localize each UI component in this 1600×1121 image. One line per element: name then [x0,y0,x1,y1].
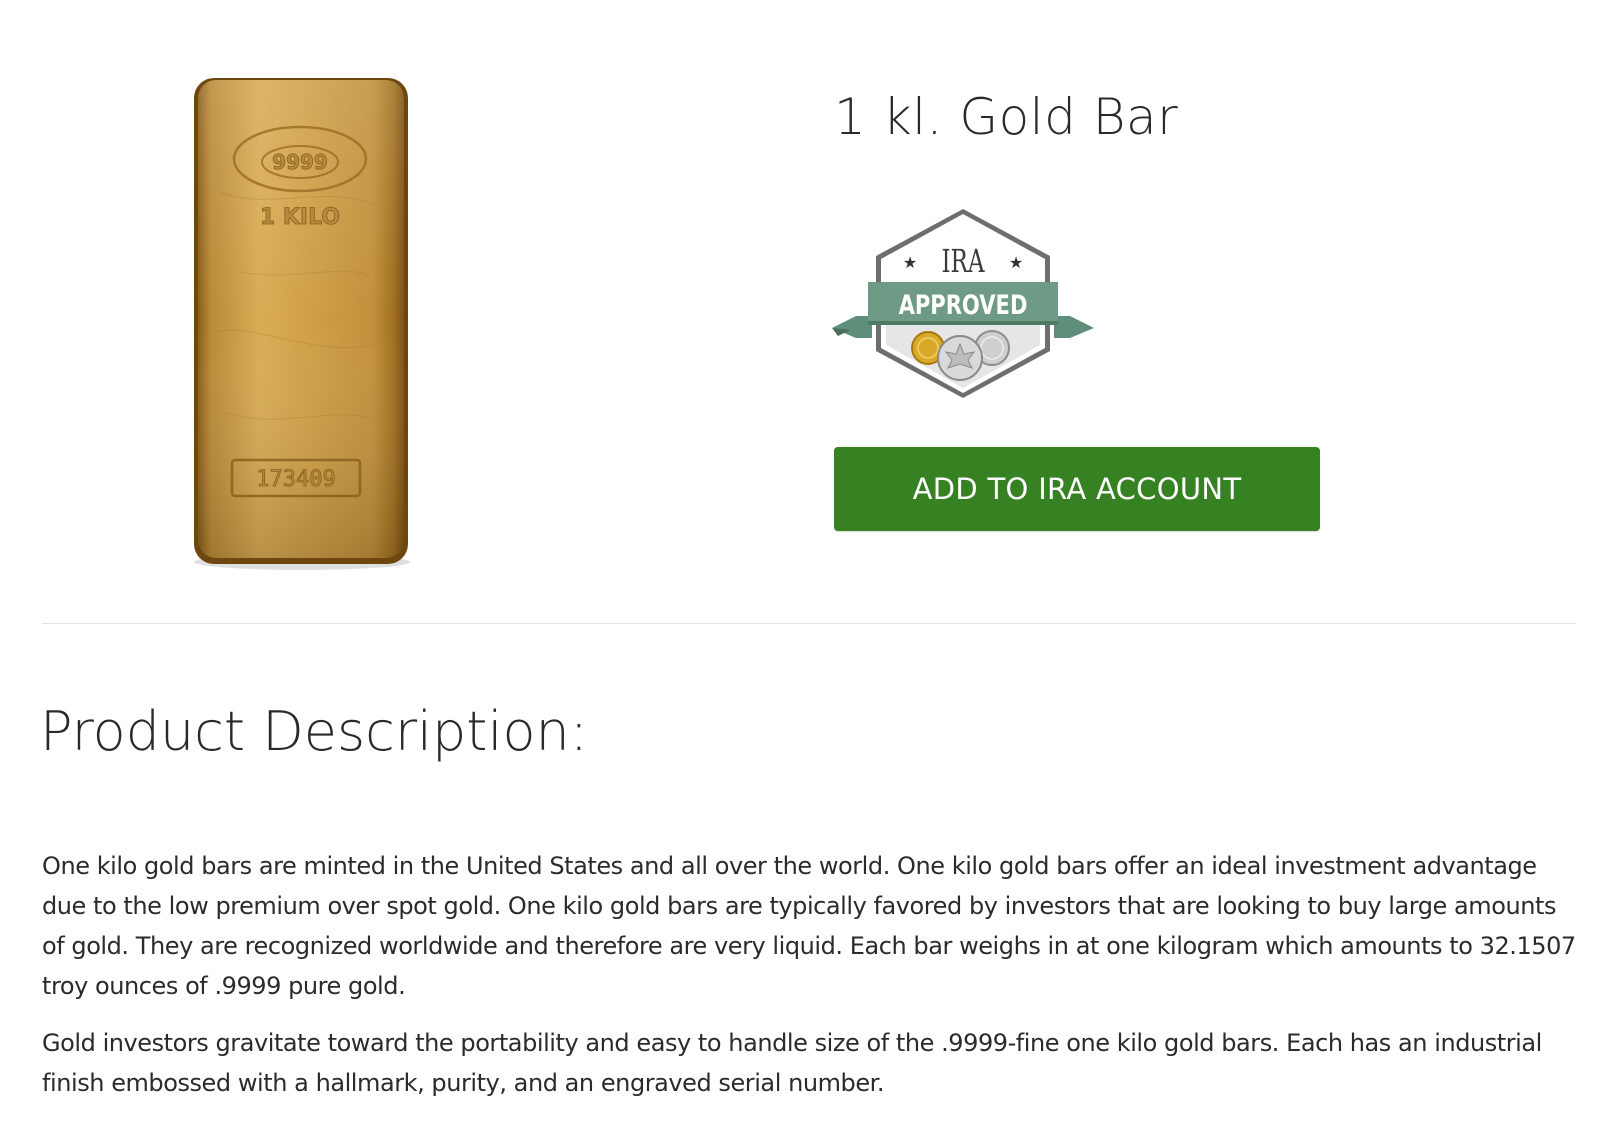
svg-text:★: ★ [1009,253,1023,272]
description-paragraph: Gold investors gravitate toward the port… [42,1029,1542,1097]
ira-approved-badge: ★ ★ IRA APPROVED [832,206,1094,402]
gold-bar-image: 9999 1 KILO 173409 [194,78,410,570]
product-description-body: One kilo gold bars are minted in the Uni… [42,846,1582,1120]
product-title: 1 kl. Gold Bar [834,88,1179,146]
add-to-ira-account-button[interactable]: ADD TO IRA ACCOUNT [834,447,1320,531]
badge-approved-label: APPROVED [899,289,1028,320]
product-image: 9999 1 KILO 173409 [180,72,420,572]
bar-weight-stamp: 1 KILO [260,205,340,230]
section-divider [42,623,1576,624]
badge-ira-label: IRA [941,242,985,280]
ira-approved-badge-icon: ★ ★ IRA APPROVED [832,209,1094,398]
description-paragraph: One kilo gold bars are minted in the Uni… [42,852,1576,1000]
bar-serial-stamp: 173409 [256,467,335,492]
svg-text:★: ★ [903,253,917,272]
bar-purity-stamp: 9999 [272,150,328,174]
product-description-heading: Product Description: [40,700,588,763]
